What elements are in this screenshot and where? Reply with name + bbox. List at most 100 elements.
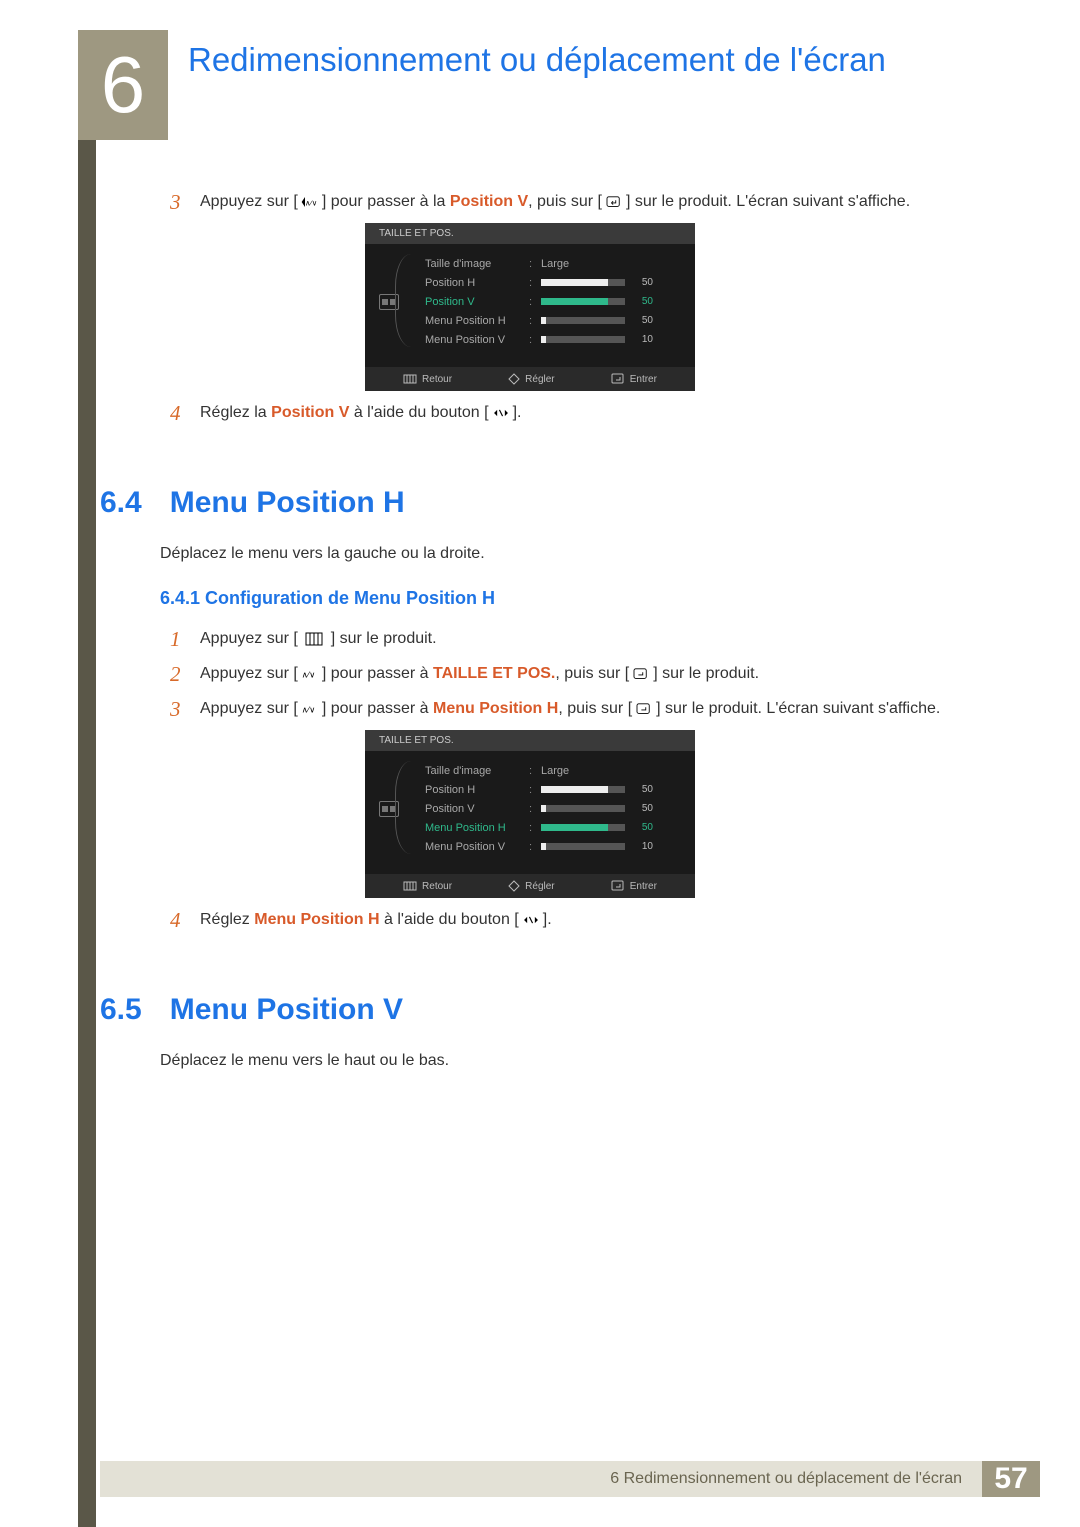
footer-bar: 6 Redimensionnement ou déplacement de l'… [100, 1461, 1040, 1497]
osd-row-value: 50 [631, 822, 653, 833]
section-title: Menu Position V [170, 993, 403, 1027]
osd-slider[interactable] [541, 805, 625, 812]
osd-slider-fill [541, 843, 546, 850]
osd-slider-fill [541, 298, 608, 305]
label: Entrer [630, 881, 657, 892]
step-4b: 4 Réglez Menu Position H à l'aide du bou… [170, 908, 960, 933]
svg-text:∧⁄∨: ∧⁄∨ [305, 198, 317, 207]
up-down-icon: ∧⁄∨ [300, 702, 320, 716]
subsection-6-4-1-heading: 6.4.1 Configuration de Menu Position H [160, 588, 960, 609]
osd-slider[interactable] [541, 279, 625, 286]
osd-row-label: Menu Position V [425, 841, 523, 853]
text: ] sur le produit. [653, 665, 759, 682]
text: à l'aide du bouton [ [349, 404, 488, 421]
osd-back-button[interactable]: Retour [403, 880, 452, 892]
osd-colon: : [529, 765, 535, 777]
bstep-1: 1 Appuyez sur [ ] sur le produit. [170, 627, 960, 652]
text: ] pour passer à la [322, 193, 450, 210]
osd-row-value: 50 [631, 784, 653, 795]
osd-enter-button[interactable]: Entrer [611, 880, 657, 892]
osd-row-label: Menu Position H [425, 822, 523, 834]
step-number: 1 [170, 627, 200, 652]
osd-slider[interactable] [541, 786, 625, 793]
osd-row: Position V:50 [425, 799, 683, 818]
text: ]. [513, 404, 522, 421]
text: ] sur le produit. L'écran suivant s'affi… [626, 193, 910, 210]
osd-title: TAILLE ET POS. [365, 223, 695, 244]
enter-icon [604, 195, 624, 209]
text: Appuyez sur [ [200, 665, 298, 682]
section-number: 6.4 [100, 486, 142, 520]
text: Réglez la [200, 404, 271, 421]
osd-row-value: 10 [631, 841, 653, 852]
osd-row: Position H:50 [425, 273, 683, 292]
osd-title: TAILLE ET POS. [365, 730, 695, 751]
osd-slider[interactable] [541, 317, 625, 324]
osd-adjust-button[interactable]: Régler [508, 880, 554, 892]
osd-enter-button[interactable]: Entrer [611, 373, 657, 385]
label: Retour [422, 881, 452, 892]
osd-row-value: 50 [631, 315, 653, 326]
text: ] pour passer à [322, 665, 433, 682]
osd-body: Taille d'image: Large Position H:50Positio… [365, 244, 695, 367]
left-right-icon [491, 406, 511, 420]
up-down-icon: ∧⁄∨ [300, 195, 320, 209]
chapter-title: Redimensionnement ou déplacement de l'éc… [188, 42, 908, 78]
osd-row-label: Menu Position H [425, 315, 523, 327]
label: Régler [525, 881, 554, 892]
osd-colon: : [529, 315, 535, 327]
text: Appuyez sur [ [200, 630, 302, 647]
osd-colon: : [529, 822, 535, 834]
osd-row-label: Position H [425, 784, 523, 796]
section-6-4-heading: 6.4 Menu Position H [100, 486, 960, 520]
osd-slider-fill [541, 279, 608, 286]
osd-slider[interactable] [541, 824, 625, 831]
osd-colon: : [529, 258, 535, 270]
step-text: Appuyez sur [∧⁄∨] pour passer à TAILLE E… [200, 662, 759, 686]
text: , puis sur [ [558, 700, 632, 717]
text: , puis sur [ [555, 665, 629, 682]
osd-adjust-button[interactable]: Régler [508, 373, 554, 385]
highlight: Position V [271, 404, 349, 421]
osd-slider-fill [541, 336, 546, 343]
step-3: 3 Appuyez sur [∧⁄∨] pour passer à la Pos… [170, 190, 960, 215]
page-number: 57 [982, 1461, 1040, 1497]
left-right-icon [521, 913, 541, 927]
osd-row-label: Menu Position V [425, 334, 523, 346]
osd-slider[interactable] [541, 336, 625, 343]
svg-text:∧⁄∨: ∧⁄∨ [301, 704, 315, 714]
osd-row-label: Position V [425, 803, 523, 815]
footer-text: 6 Redimensionnement ou déplacement de l'… [610, 1470, 962, 1488]
content-area: 3 Appuyez sur [ ∧⁄∨ ] pour passer à la Pos… [100, 180, 960, 1088]
chapter-number-badge: 6 [78, 30, 168, 140]
osd-row-value: 50 [631, 296, 653, 307]
step-number: 2 [170, 662, 200, 687]
osd-curve-decoration [395, 254, 411, 347]
text: ]. [543, 911, 552, 928]
osd-slider[interactable] [541, 843, 625, 850]
osd-row-label: Taille d'image [425, 258, 523, 270]
enter-icon [631, 667, 651, 681]
step-text: Réglez la Position V à l'aide du bouton … [200, 401, 521, 425]
text: , puis sur [ [528, 193, 602, 210]
label: Retour [422, 374, 452, 385]
osd-row: Position V:50 [425, 292, 683, 311]
step-number: 4 [170, 401, 200, 426]
step-number: 3 [170, 190, 200, 215]
osd-row: Menu Position H: 50 [425, 311, 683, 330]
osd-slider-fill [541, 786, 608, 793]
osd-back-button[interactable]: Retour [403, 373, 452, 385]
osd-row-value: Large [541, 258, 569, 270]
osd-row: Position H:50 [425, 780, 683, 799]
text: ] sur le produit. [326, 630, 436, 647]
osd-colon: : [529, 277, 535, 289]
highlight: TAILLE ET POS. [433, 665, 555, 682]
osd-footer: Retour Régler Entrer [365, 874, 695, 898]
section-number: 6.5 [100, 993, 142, 1027]
step-text: Appuyez sur [ ] sur le produit. [200, 627, 437, 651]
osd-slider-fill [541, 317, 546, 324]
text: à l'aide du bouton [ [380, 911, 519, 928]
osd-colon: : [529, 841, 535, 853]
osd-slider[interactable] [541, 298, 625, 305]
step-text: Réglez Menu Position H à l'aide du bouto… [200, 908, 552, 932]
